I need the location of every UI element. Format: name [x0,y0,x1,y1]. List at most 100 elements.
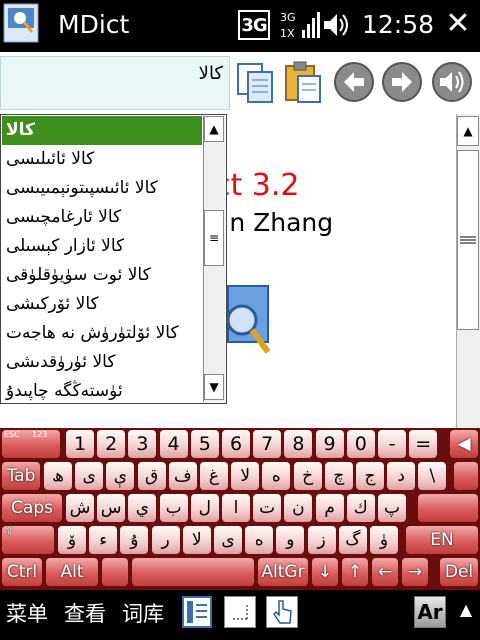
suggestion-list[interactable]: كالا كالا ئائىلىسى كالا ئائىسپىتونېمىيىسى ك… [2,116,202,402]
suggestion-item[interactable]: كالا ئازار كېسىلى [2,232,202,261]
key-row4-6[interactable]: ە [245,526,274,554]
key-row3-2[interactable]: ي [128,494,157,522]
start-logo-icon[interactable] [2,2,40,44]
menu-button[interactable]: 菜单 [6,598,48,628]
key-3[interactable]: 3 [128,430,157,458]
close-icon[interactable]: ✕ [440,6,476,42]
input-method-button[interactable]: Ar [414,596,446,628]
key-row2-12[interactable]: \ [418,462,447,490]
key-row3-1[interactable]: س [97,494,126,522]
shift-key[interactable]: ⇧ [2,526,54,554]
key-6[interactable]: 6 [222,430,250,458]
key-1[interactable]: 1 [66,430,94,458]
suggestion-item[interactable]: كالا ئوت سۈيۈقلۈقى [2,261,202,290]
key-row4-10[interactable]: ۈ [370,526,398,554]
key-row3-8[interactable]: م [315,494,344,522]
suggestion-item[interactable]: كالا ئۆركىشى [2,290,202,319]
key-row3-10[interactable]: پ [378,494,406,522]
key-row4-2[interactable]: ۇ [120,526,149,554]
forward-icon[interactable] [380,58,424,106]
key-7[interactable]: 7 [253,430,282,458]
paste-icon[interactable] [282,58,326,106]
key-row4-8[interactable]: ز [307,526,336,554]
backspace-key[interactable]: ◀ [450,430,478,458]
suggestion-item[interactable]: كالا ئۆلتۈرۈش نە ھاجەت [2,319,202,348]
key-row2-11[interactable]: د [387,462,416,490]
escape-key[interactable]: ESC 123 [2,430,60,458]
suggestion-item[interactable]: كالا ئائىلىسى [2,145,202,174]
key--[interactable]: - [378,430,406,458]
view-button[interactable]: 查看 [64,598,106,628]
key-row3-5[interactable]: ا [222,494,250,522]
dropdown-scroll-down-icon[interactable]: ▼ [204,374,224,400]
speaker-icon[interactable] [430,58,474,106]
key-row2-7[interactable]: ە [262,462,291,490]
arrow-left-key[interactable]: ← [372,558,398,586]
key-row2-10[interactable]: ج [356,462,384,490]
dropdown-scroll-thumb[interactable]: ≡ [204,210,224,266]
arrow-up-key[interactable]: ↑ [342,558,368,586]
key-row3-3[interactable]: ب [159,494,188,522]
key-row3-0[interactable]: ش [66,494,94,522]
key-9[interactable]: 9 [315,430,344,458]
hand-pointer-icon[interactable] [266,596,298,628]
caret-up-icon[interactable]: ▲ [456,600,476,620]
key-row2-1[interactable]: ى [75,462,104,490]
dropdown-scrollbar[interactable]: ▲ ≡ ▼ [203,116,225,402]
key-row4-0[interactable]: ۆ [58,526,86,554]
blank-page-icon[interactable] [224,596,256,628]
key-row4-9[interactable]: گ [338,526,367,554]
caps-key[interactable]: Caps [2,494,62,522]
key-=[interactable]: = [409,430,438,458]
suggestion-item[interactable]: كالا ئائىسپىتونېمىيىسى [2,174,202,203]
key-row2-5[interactable]: غ [200,462,228,490]
key-8[interactable]: 8 [284,430,313,458]
enter-top-key[interactable] [454,462,478,490]
key-row4-5[interactable]: ى [214,526,242,554]
en-key[interactable]: EN [406,526,478,554]
key-2[interactable]: 2 [97,430,126,458]
space-key[interactable] [132,558,254,586]
key-row2-0[interactable]: ھ [44,462,72,490]
back-icon[interactable] [332,58,376,106]
key-0[interactable]: 0 [346,430,375,458]
delete-key[interactable]: Del [440,558,478,586]
key-row3-6[interactable]: ت [253,494,282,522]
volume-icon[interactable] [322,10,352,40]
suggestion-item[interactable]: كالا ئۈرۈقدىشى [2,348,202,377]
key-row3-4[interactable]: ل [190,494,219,522]
suggestion-item[interactable]: ئۈستەڭگە چاپىدۇ [2,377,202,402]
suggestion-item[interactable]: كالا ئارغامچىسى [2,203,202,232]
arrow-right-key[interactable]: → [402,558,428,586]
scroll-thumb[interactable] [457,150,479,330]
altgr-key[interactable]: AltGr [258,558,308,586]
keyboard-toggle-key[interactable] [102,558,128,586]
enter-key[interactable] [418,494,478,522]
key-row2-6[interactable]: ﻻ [231,462,260,490]
key-row2-8[interactable]: خ [293,462,322,490]
key-row4-7[interactable]: و [276,526,305,554]
key-4[interactable]: 4 [159,430,188,458]
key-row4-1[interactable]: ء [89,526,118,554]
key-row4-4[interactable]: لا [182,526,211,554]
key-row3-9[interactable]: ك [346,494,375,522]
content-scrollbar[interactable]: ▲ [456,114,480,428]
copy-icon[interactable] [234,58,278,106]
suggestion-item[interactable]: كالا [2,116,202,145]
key-row2-9[interactable]: چ [324,462,353,490]
key-row3-7[interactable]: ن [284,494,313,522]
key-row2-2[interactable]: ې [106,462,135,490]
arrow-down-key[interactable]: ↓ [312,558,338,586]
dropdown-scroll-up-icon[interactable]: ▲ [204,116,224,142]
list-view-icon[interactable] [182,596,212,628]
key-row2-4[interactable]: ف [168,462,197,490]
library-button[interactable]: 词库 [122,598,164,628]
ctrl-key[interactable]: Ctrl [2,558,42,586]
key-5[interactable]: 5 [190,430,219,458]
tab-key[interactable]: Tab [2,462,40,490]
alt-key[interactable]: Alt [46,558,98,586]
key-row4-3[interactable]: ر [151,526,180,554]
scroll-up-icon[interactable]: ▲ [457,116,479,146]
search-input[interactable]: كالا [0,56,230,110]
key-row2-3[interactable]: ق [137,462,166,490]
